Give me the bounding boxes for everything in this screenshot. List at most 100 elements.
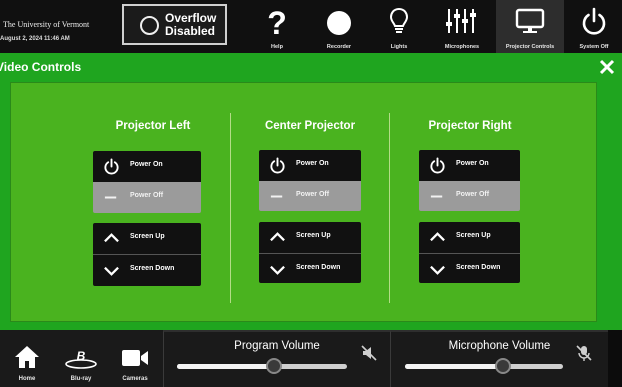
screen-group: Screen Up Screen Down	[419, 222, 520, 283]
nav-microphones-label: Microphones	[444, 44, 480, 50]
overflow-label-line2: Disabled	[165, 24, 216, 38]
overflow-toggle-button[interactable]: Overflow Disabled	[122, 4, 227, 45]
page-title: Video Controls	[0, 60, 82, 74]
minus-icon	[430, 195, 443, 198]
nav-lights-label: Lights	[390, 44, 408, 50]
power-icon	[430, 157, 445, 174]
screen-down-label: Screen Down	[296, 264, 341, 271]
screen-group: Screen Up Screen Down	[93, 223, 201, 286]
speaker-mute-icon[interactable]	[360, 344, 378, 362]
screen-group: Screen Up Screen Down	[259, 222, 361, 283]
minus-icon	[104, 196, 117, 199]
power-group: Power On Power Off	[419, 150, 520, 211]
nav-help[interactable]: ? Help	[252, 0, 302, 53]
lightbulb-icon	[389, 7, 409, 33]
program-volume-slider[interactable]	[177, 358, 347, 374]
screen-up-label: Screen Up	[296, 232, 331, 239]
slider-fill	[405, 364, 503, 369]
monitor-icon	[515, 8, 545, 33]
power-on-button[interactable]: Power On	[259, 150, 361, 181]
svg-text:B: B	[77, 349, 86, 363]
screen-down-button[interactable]: Screen Down	[93, 254, 201, 286]
power-icon	[104, 158, 119, 175]
power-icon	[270, 157, 285, 174]
power-off-button[interactable]: Power Off	[419, 181, 520, 211]
nav-home[interactable]: Home	[4, 330, 50, 387]
bluray-icon: B	[65, 349, 97, 369]
nav-cameras-label: Cameras	[122, 376, 148, 382]
nav-microphones[interactable]: Microphones	[432, 0, 492, 53]
power-on-button[interactable]: Power On	[93, 151, 201, 182]
toggle-ring-icon	[140, 16, 159, 35]
screen-up-button[interactable]: Screen Up	[419, 222, 520, 253]
slider-knob[interactable]	[494, 358, 511, 374]
bottom-bar: Home B Blu-ray Cameras Program Volume Mi…	[0, 330, 622, 387]
screen-down-label: Screen Down	[130, 265, 175, 272]
projector-title: Projector Left	[115, 120, 191, 132]
nav-help-label: Help	[271, 44, 283, 50]
overflow-label: Overflow Disabled	[165, 12, 216, 38]
edge-shade	[608, 330, 622, 387]
projector-panel: Projector Left Power On Power Off Screen…	[10, 82, 597, 322]
microphone-mute-icon[interactable]	[575, 344, 593, 362]
nav-system-off[interactable]: System Off	[566, 0, 622, 53]
nav-projector-controls-label: Projector Controls	[505, 44, 555, 50]
mixer-sliders-icon	[446, 9, 476, 33]
chevron-down-icon	[270, 265, 285, 275]
nav-bluray[interactable]: B Blu-ray	[56, 330, 106, 387]
nav-cameras[interactable]: Cameras	[112, 330, 158, 387]
datetime-display: August 2, 2024 11:46 AM	[0, 36, 70, 42]
microphone-volume-panel: Microphone Volume	[390, 330, 608, 387]
power-on-label: Power On	[296, 160, 329, 167]
projector-right: Projector Right Power On Power Off Scree…	[390, 83, 550, 323]
nav-lights[interactable]: Lights	[374, 0, 424, 53]
power-off-button[interactable]: Power Off	[259, 181, 361, 211]
power-off-label: Power Off	[130, 192, 164, 199]
power-on-label: Power On	[130, 161, 163, 168]
video-controls-page: Video Controls Projector Left Power On P…	[0, 53, 622, 330]
chevron-up-icon	[104, 233, 119, 243]
close-icon[interactable]	[598, 58, 616, 76]
slider-knob[interactable]	[265, 358, 282, 374]
power-group: Power On Power Off	[93, 151, 201, 213]
program-volume-panel: Program Volume	[163, 330, 390, 387]
university-logo: The University of Vermont	[3, 20, 90, 29]
screen-down-button[interactable]: Screen Down	[259, 253, 361, 283]
power-on-label: Power On	[456, 160, 489, 167]
nav-projector-controls[interactable]: Projector Controls	[496, 0, 564, 53]
power-off-label: Power Off	[456, 191, 490, 198]
screen-up-label: Screen Up	[456, 232, 491, 239]
nav-recorder-label: Recorder	[326, 44, 352, 50]
power-on-button[interactable]: Power On	[419, 150, 520, 181]
screen-down-button[interactable]: Screen Down	[419, 253, 520, 283]
projector-left: Projector Left Power On Power Off Screen…	[73, 83, 233, 323]
logo-area: The University of Vermont August 2, 2024…	[0, 0, 118, 53]
projector-center: Center Projector Power On Power Off Scre…	[230, 83, 390, 323]
minus-icon	[270, 195, 283, 198]
slider-fill	[177, 364, 274, 369]
top-bar: The University of Vermont August 2, 2024…	[0, 0, 622, 53]
nav-system-off-label: System Off	[579, 44, 609, 50]
program-volume-title: Program Volume	[234, 340, 320, 352]
chevron-up-icon	[270, 232, 285, 242]
screen-up-button[interactable]: Screen Up	[259, 222, 361, 253]
screen-up-label: Screen Up	[130, 233, 165, 240]
screen-up-button[interactable]: Screen Up	[93, 223, 201, 254]
chevron-down-icon	[104, 266, 119, 276]
nav-home-label: Home	[18, 376, 36, 382]
microphone-volume-slider[interactable]	[405, 358, 563, 374]
nav-recorder[interactable]: Recorder	[312, 0, 366, 53]
chevron-up-icon	[430, 232, 445, 242]
projector-title: Projector Right	[428, 120, 512, 132]
chevron-down-icon	[430, 265, 445, 275]
power-off-button[interactable]: Power Off	[93, 182, 201, 213]
recorder-icon	[327, 11, 351, 35]
power-icon	[582, 7, 606, 35]
power-off-label: Power Off	[296, 191, 330, 198]
screen-down-label: Screen Down	[456, 264, 501, 271]
camera-icon	[122, 350, 148, 366]
home-icon	[15, 346, 39, 368]
help-icon: ?	[267, 7, 287, 37]
nav-bluray-label: Blu-ray	[70, 376, 92, 382]
power-group: Power On Power Off	[259, 150, 361, 211]
